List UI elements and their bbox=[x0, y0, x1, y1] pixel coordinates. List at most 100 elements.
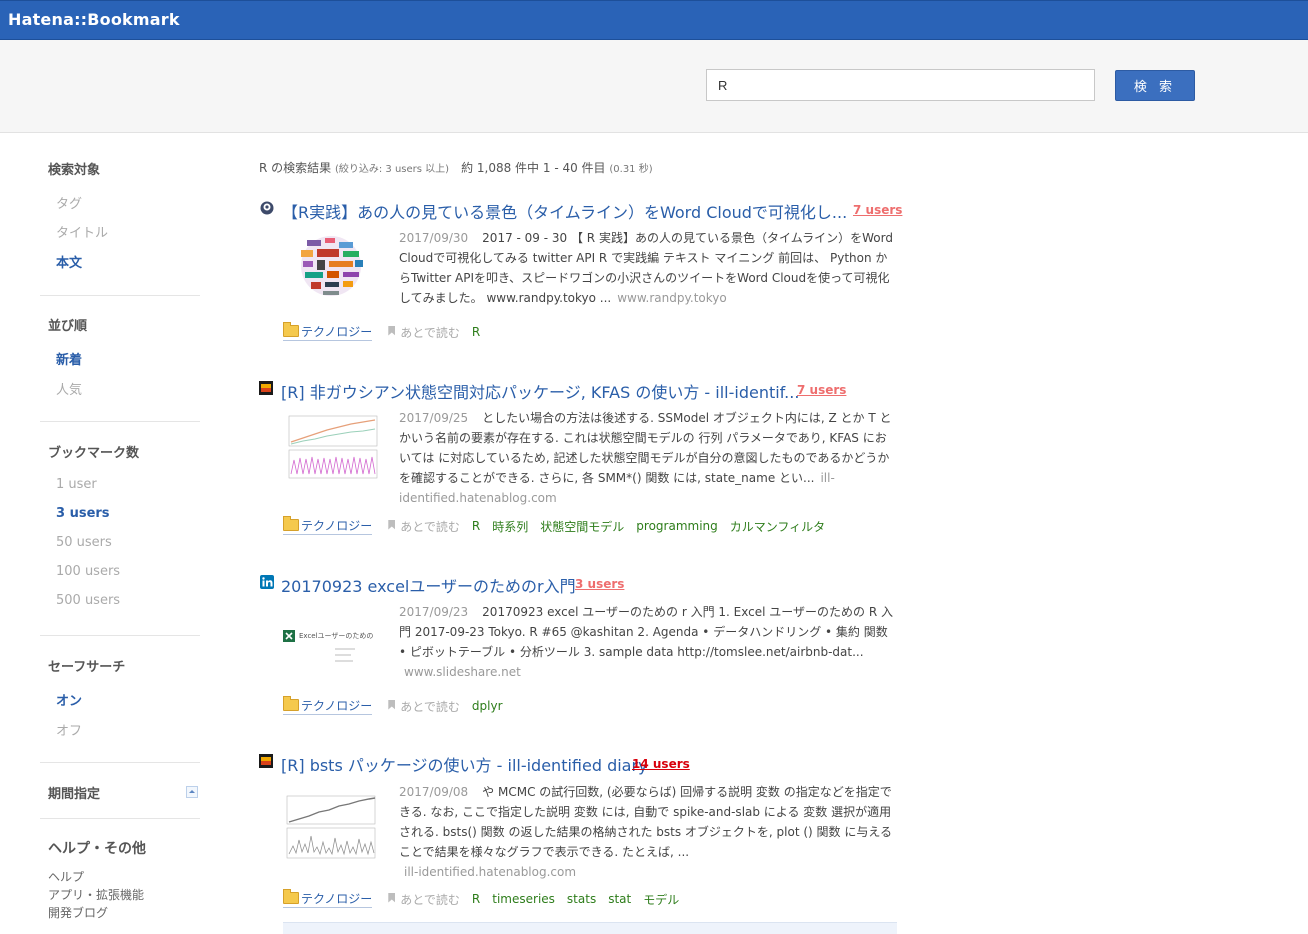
result-date: 2017/09/25 bbox=[399, 411, 469, 425]
bookmark-icon bbox=[388, 892, 396, 903]
randpy-favicon-icon bbox=[260, 201, 274, 215]
result-date: 2017/09/23 bbox=[399, 605, 469, 619]
summary-filter: (絞り込み: 3 users 以上) bbox=[334, 164, 450, 175]
result-users-link[interactable]: 14 users bbox=[632, 757, 690, 771]
result-thumbnail[interactable] bbox=[283, 792, 379, 862]
site-logo[interactable]: Hatena::Bookmark bbox=[8, 10, 180, 29]
result-category-label: テクノロジー bbox=[301, 892, 373, 906]
result-users-link[interactable]: 7 users bbox=[853, 203, 902, 217]
result-category-label: テクノロジー bbox=[301, 325, 373, 339]
result-tag[interactable]: カルマンフィルタ bbox=[730, 518, 825, 535]
result-tag[interactable]: stat bbox=[608, 892, 631, 906]
result-title[interactable]: [R] bsts パッケージの使い方 - ill-identified diar… bbox=[281, 752, 648, 776]
sidebar-divider bbox=[40, 818, 200, 819]
hatenablog-favicon-icon bbox=[259, 754, 273, 768]
result-snippet: 2017/09/25 としたい場合の方法は後述する. SSModel オブジェクト… bbox=[399, 408, 897, 508]
result-thumbnail[interactable] bbox=[283, 230, 379, 300]
sidebar-item-safesearch-on[interactable]: オン bbox=[56, 690, 82, 709]
sidebar-divider bbox=[40, 421, 200, 422]
sidebar-divider bbox=[40, 295, 200, 296]
result-tag[interactable]: stats bbox=[567, 892, 596, 906]
result-tag[interactable]: モデル bbox=[643, 891, 679, 908]
sidebar-item-50-users[interactable]: 50 users bbox=[56, 535, 112, 550]
result-tag[interactable]: R bbox=[472, 325, 480, 339]
read-later-link[interactable]: あとで読む bbox=[388, 324, 460, 341]
sidebar-heading-help: ヘルプ・その他 bbox=[48, 841, 146, 857]
sidebar-item-1-user[interactable]: 1 user bbox=[56, 477, 97, 492]
summary-time: (0.31 秒) bbox=[609, 164, 653, 175]
result-tag[interactable]: 状態空間モデル bbox=[540, 518, 624, 535]
result-title[interactable]: 20170923 excelユーザーのためのr入門 bbox=[281, 573, 576, 597]
folder-icon bbox=[283, 696, 299, 711]
result-snippet: 2017/09/30 2017 - 09 - 30 【 R 実践】あの人の見ている… bbox=[399, 228, 897, 308]
sidebar-item-title[interactable]: タイトル bbox=[56, 222, 108, 241]
bookmark-icon bbox=[388, 519, 396, 530]
result-tag[interactable]: R bbox=[472, 519, 480, 533]
result-category[interactable]: テクノロジー bbox=[283, 322, 373, 341]
result-tag-row: テクノロジー あとで読む R 時系列 状態空間モデル programming カ… bbox=[283, 516, 837, 535]
sidebar-item-500-users[interactable]: 500 users bbox=[56, 593, 120, 608]
result-domain[interactable]: ill-identified.hatenablog.com bbox=[404, 865, 576, 879]
thumbnail-line bbox=[335, 648, 355, 650]
result-tag[interactable]: timeseries bbox=[492, 892, 555, 906]
read-later-label: あとで読む bbox=[400, 519, 460, 534]
result-tag[interactable]: 時系列 bbox=[492, 518, 528, 535]
sidebar-item-body[interactable]: 本文 bbox=[56, 252, 82, 271]
sidebar-item-newest[interactable]: 新着 bbox=[56, 349, 82, 368]
thumbnail-caption: Excelユーザーのための bbox=[299, 632, 374, 640]
sidebar-divider bbox=[40, 762, 200, 763]
result-users-link[interactable]: 7 users bbox=[797, 383, 846, 397]
sidebar-heading-target: 検索対象 bbox=[48, 163, 101, 178]
sidebar-heading-period[interactable]: 期間指定 bbox=[48, 783, 100, 802]
search-input[interactable] bbox=[706, 69, 1095, 101]
folder-icon bbox=[283, 322, 299, 337]
summary-count: 約 1,088 件中 1 - 40 件目 bbox=[449, 161, 610, 175]
result-domain[interactable]: www.randpy.tokyo bbox=[617, 291, 727, 305]
result-thumbnail[interactable] bbox=[283, 412, 379, 482]
result-title[interactable]: 【R実践】あの人の見ている景色（タイムライン）をWord Cloudで可視化し.… bbox=[282, 199, 847, 223]
result-domain[interactable]: www.slideshare.net bbox=[404, 665, 521, 679]
sidebar-heading-sort: 並び順 bbox=[48, 319, 88, 334]
sidebar-item-100-users[interactable]: 100 users bbox=[56, 564, 120, 579]
sidebar-divider bbox=[40, 635, 200, 636]
read-later-link[interactable]: あとで読む bbox=[388, 518, 460, 535]
thumbnail-line bbox=[335, 654, 351, 656]
result-thumbnail[interactable]: Excelユーザーのための bbox=[283, 626, 379, 696]
result-users-link[interactable]: 3 users bbox=[575, 577, 624, 591]
result-category[interactable]: テクノロジー bbox=[283, 889, 373, 908]
read-later-link[interactable]: あとで読む bbox=[388, 698, 460, 715]
sidebar-link-dev-blog[interactable]: 開発ブログ bbox=[48, 904, 108, 921]
sidebar-link-help[interactable]: ヘルプ bbox=[48, 868, 84, 885]
sidebar-item-tag[interactable]: タグ bbox=[56, 193, 82, 212]
result-snippet-text: としたい場合の方法は後述する. SSModel オブジェクト内には, Z とか … bbox=[399, 411, 892, 485]
result-category-label: テクノロジー bbox=[301, 699, 373, 713]
result-category[interactable]: テクノロジー bbox=[283, 516, 373, 535]
read-later-label: あとで読む bbox=[400, 325, 460, 340]
result-title[interactable]: [R] 非ガウシアン状態空間対応パッケージ, KFAS の使い方 - ill-i… bbox=[281, 379, 799, 403]
collapse-icon[interactable] bbox=[186, 786, 198, 798]
bookmark-icon bbox=[388, 325, 396, 336]
folder-icon bbox=[283, 516, 299, 531]
top-bar: Hatena::Bookmark bbox=[0, 0, 1308, 40]
result-date: 2017/09/08 bbox=[399, 785, 469, 799]
sidebar-item-3-users[interactable]: 3 users bbox=[56, 506, 110, 521]
read-later-label: あとで読む bbox=[400, 699, 460, 714]
sidebar-item-popular[interactable]: 人気 bbox=[56, 379, 82, 398]
next-result-box bbox=[283, 922, 897, 934]
sidebar-heading-bookmark-count: ブックマーク数 bbox=[48, 446, 140, 461]
folder-icon bbox=[283, 889, 299, 904]
read-later-link[interactable]: あとで読む bbox=[388, 891, 460, 908]
sidebar-item-safesearch-off[interactable]: オフ bbox=[56, 720, 82, 739]
result-category-label: テクノロジー bbox=[301, 519, 373, 533]
result-tag[interactable]: R bbox=[472, 892, 480, 906]
result-tag[interactable]: dplyr bbox=[472, 699, 503, 713]
sidebar-heading-safesearch: セーフサーチ bbox=[48, 660, 126, 675]
result-tag-row: テクノロジー あとで読む dplyr bbox=[283, 696, 515, 715]
excel-icon bbox=[283, 630, 295, 642]
result-category[interactable]: テクノロジー bbox=[283, 696, 373, 715]
result-snippet-text: や MCMC の試行回数, (必要ならば) 回帰する説明 変数 の指定などを指定… bbox=[399, 785, 892, 859]
sidebar-link-apps[interactable]: アプリ・拡張機能 bbox=[48, 886, 144, 903]
result-tag[interactable]: programming bbox=[636, 519, 717, 533]
result-date: 2017/09/30 bbox=[399, 231, 469, 245]
search-button[interactable]: 検 索 bbox=[1115, 70, 1195, 101]
